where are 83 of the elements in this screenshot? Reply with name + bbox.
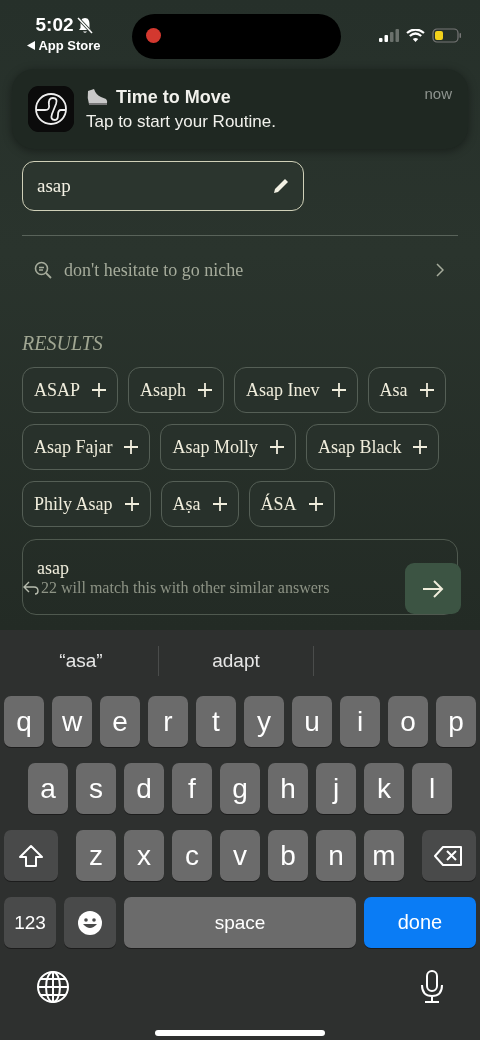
microphone-icon[interactable] (420, 970, 444, 1004)
result-chip[interactable]: Asap Inev (234, 367, 358, 413)
result-chip[interactable]: Asa (367, 367, 446, 413)
keyboard-key[interactable]: f (172, 763, 212, 814)
plus-icon (419, 383, 434, 397)
keyboard-key[interactable]: r (148, 696, 188, 747)
emoji-icon (77, 909, 103, 936)
shift-key[interactable] (4, 830, 58, 881)
delete-key[interactable] (422, 830, 476, 881)
result-chip[interactable]: ÁSA (248, 481, 335, 527)
notification-banner[interactable]: Time to Move Tap to start your Routine. now (12, 69, 468, 149)
result-chip[interactable]: Aṣa (160, 481, 239, 527)
keyboard-key[interactable]: z (76, 830, 116, 881)
signal-icon (379, 29, 399, 42)
keyboard-key[interactable]: g (220, 763, 260, 814)
keyboard-key[interactable]: k (364, 763, 404, 814)
keyboard-key[interactable]: s (76, 763, 116, 814)
keyboard-key[interactable]: j (316, 763, 356, 814)
keyboard-key[interactable]: p (436, 696, 476, 747)
notification-time: now (424, 85, 452, 102)
plus-icon (270, 440, 284, 454)
wifi-icon (406, 28, 425, 43)
hint-row[interactable]: don't hesitate to go niche (22, 236, 458, 304)
hint-text: don't hesitate to go niche (64, 259, 245, 281)
plus-icon (92, 383, 107, 397)
section-heading: RESULTS (22, 332, 104, 355)
done-key[interactable]: done (364, 897, 476, 948)
result-chip[interactable]: Phily Asap (22, 481, 151, 527)
result-chip[interactable]: Asap Black (306, 424, 440, 470)
undo-arrow-icon (23, 580, 39, 595)
keyboard-key[interactable]: o (388, 696, 428, 747)
numbers-key[interactable]: 123 (4, 897, 56, 948)
keyboard-key[interactable]: n (316, 830, 356, 881)
back-arrow-icon (27, 41, 36, 50)
keyboard-key[interactable]: a (28, 763, 68, 814)
keyboard-key[interactable]: y (244, 696, 284, 747)
shift-icon (18, 843, 44, 868)
keyboard-key[interactable]: m (364, 830, 404, 881)
plus-icon (198, 383, 213, 397)
arrow-right-icon (422, 579, 444, 598)
keyboard-key[interactable]: x (124, 830, 164, 881)
result-chip[interactable]: ASAP (22, 367, 119, 413)
keyboard-key[interactable]: e (100, 696, 140, 747)
plus-icon (124, 440, 139, 454)
plus-icon (331, 383, 346, 397)
result-chip[interactable]: Asaph (128, 367, 225, 413)
submit-button[interactable] (405, 563, 461, 614)
keyboard-key[interactable]: w (52, 696, 92, 747)
plus-icon (212, 497, 227, 511)
sneaker-icon (86, 88, 108, 106)
chevron-right-icon (436, 263, 444, 277)
emoji-key[interactable] (64, 897, 116, 948)
delete-icon (434, 844, 464, 867)
keyboard-key[interactable]: b (268, 830, 308, 881)
globe-icon[interactable] (36, 970, 70, 1004)
pencil-icon (272, 177, 290, 195)
clock-time: 5:02 (35, 14, 74, 36)
answer-field[interactable]: asap (22, 161, 304, 211)
keyboard-key[interactable]: i (340, 696, 380, 747)
word-suggestion[interactable]: adapt (159, 649, 313, 673)
back-link[interactable]: App Store (27, 38, 101, 53)
notification-title: Time to Move (116, 86, 231, 108)
word-suggestion[interactable]: “asa” (4, 649, 158, 673)
notification-body: Tap to start your Routine. (86, 111, 277, 132)
space-key[interactable]: space (124, 897, 356, 948)
plus-icon (413, 440, 428, 454)
keyboard-key[interactable]: l (412, 763, 452, 814)
search-icon (34, 261, 52, 279)
plus-icon (124, 497, 139, 511)
plus-icon (308, 497, 323, 511)
keyboard-key[interactable]: q (4, 696, 44, 747)
keyboard-key[interactable]: v (220, 830, 260, 881)
result-chip[interactable]: Asap Molly (160, 424, 296, 470)
match-note: 22 will match this with other similar answers (41, 578, 330, 597)
answer-text: asap (37, 557, 70, 579)
keyboard-key[interactable]: d (124, 763, 164, 814)
result-chip[interactable]: Asap Fajar (22, 424, 151, 470)
keyboard-key[interactable]: u (292, 696, 332, 747)
keyboard-key[interactable]: t (196, 696, 236, 747)
keyboard-key[interactable]: c (172, 830, 212, 881)
muted-bell-icon (76, 16, 93, 34)
keyboard-key[interactable]: h (268, 763, 308, 814)
battery-icon (432, 28, 462, 43)
